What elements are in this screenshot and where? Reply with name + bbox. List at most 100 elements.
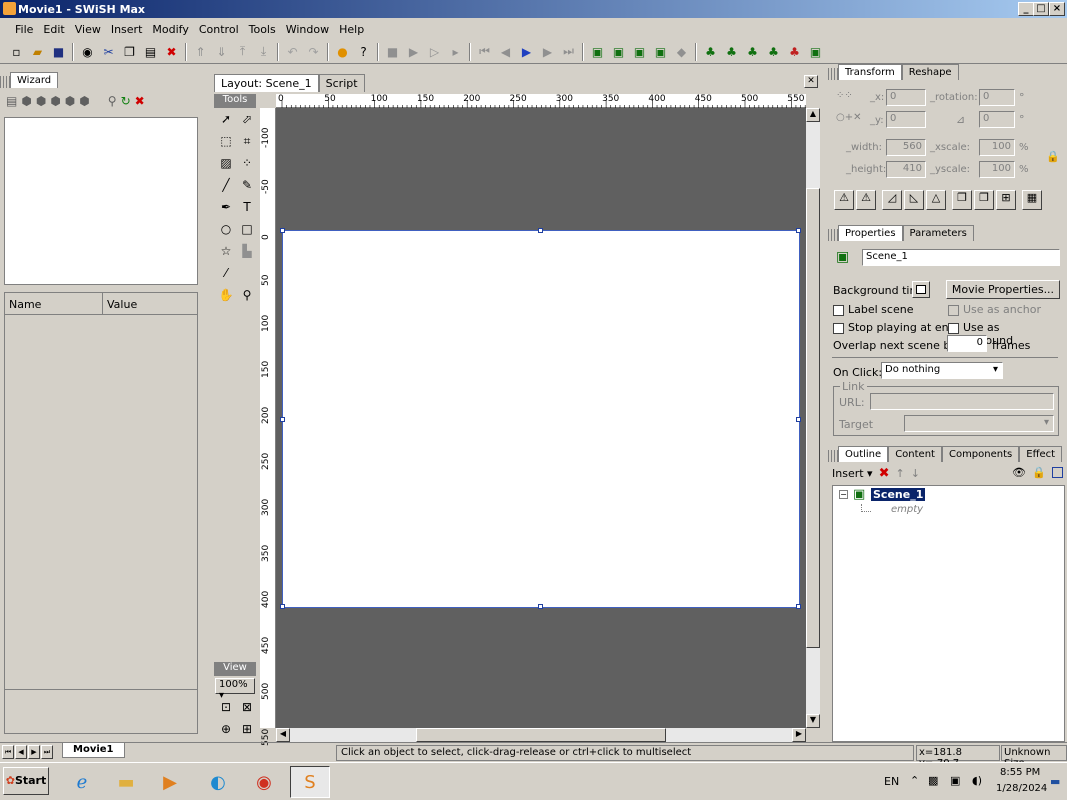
wizard-list[interactable] [4,117,198,285]
rotate-cw-icon[interactable]: ◿ [882,190,902,210]
collapse-icon[interactable]: − [839,490,848,499]
tab-movie1[interactable]: Movie1 [62,743,125,758]
effect-6-icon[interactable]: ▣ [807,43,824,60]
handle[interactable] [796,604,801,609]
tab-content[interactable]: Content [888,446,942,462]
copy-transform-icon[interactable]: ❐ [952,190,972,210]
rotate-180-icon[interactable]: △ [926,190,946,210]
xscale-field[interactable]: 100 [979,139,1015,156]
wizard-tool-5-icon[interactable]: ⬢ [65,94,75,114]
handle[interactable] [280,604,285,609]
column-value[interactable]: Value [103,293,141,314]
zoom-selection-icon[interactable]: ⊞ [238,720,256,738]
insert-scene-icon[interactable]: ▣ [589,43,606,60]
column-name[interactable]: Name [5,293,103,314]
prev-frame-icon[interactable]: ◀ [497,43,514,60]
handle[interactable] [796,417,801,422]
stop-icon[interactable]: ■ [384,43,401,60]
play-effect-icon[interactable]: ▸ [447,43,464,60]
horizontal-scrollbar[interactable]: ◀ ▶ [276,728,806,742]
scene-stage[interactable] [280,228,801,609]
text-tool-icon[interactable]: T [238,198,256,216]
rectangle-tool-icon[interactable]: □ [238,220,256,238]
tab-layout[interactable]: Layout: Scene_1 [214,74,319,92]
zoom-in-icon[interactable]: ⊕ [217,720,235,738]
grip-icon[interactable] [828,68,838,80]
anchor-icon[interactable]: ▦ [1022,190,1042,210]
wizard-tool-3-icon[interactable]: ⬢ [36,94,46,114]
stage-canvas[interactable] [276,108,806,728]
handle[interactable] [280,228,285,233]
handle[interactable] [280,417,285,422]
eyedropper-tool-icon[interactable]: ⁄ [217,264,235,282]
layout-close-icon[interactable]: ✕ [804,75,818,88]
tree-item-scene[interactable]: Scene_1 [871,488,926,501]
autoshape-tool-icon[interactable]: ▙ [238,242,256,260]
menu-view[interactable]: View [70,23,106,36]
label-scene-checkbox[interactable]: Label scene [833,303,913,316]
last-scene-icon[interactable]: ⏭ [41,745,53,759]
handle[interactable] [538,604,543,609]
move-down-icon[interactable]: ⇓ [213,43,230,60]
tab-effect[interactable]: Effect [1019,446,1063,462]
star-tool-icon[interactable]: ☆ [217,242,235,260]
flip-v-icon[interactable]: ⚠ [856,190,876,210]
y-field[interactable]: 0 [886,111,926,128]
wizard-refresh-icon[interactable]: ↻ [121,94,131,114]
move-up-icon[interactable]: ↑ [896,467,905,480]
menu-file[interactable]: File [10,23,38,36]
insert-button-icon[interactable]: ▣ [631,43,648,60]
wizard-grid[interactable]: Name Value [4,292,198,734]
tab-wizard[interactable]: Wizard [10,72,59,88]
delete-icon[interactable]: ✖ [879,466,890,481]
scene-name-field[interactable]: Scene_1 [862,249,1060,266]
grip-icon[interactable] [828,450,838,462]
menu-window[interactable]: Window [281,23,334,36]
prev-scene-icon[interactable]: ◀ [15,745,27,759]
wizard-tool-6-icon[interactable]: ⬢ [79,94,89,114]
minimize-button[interactable]: _ [1018,2,1034,16]
save-icon[interactable]: ■ [50,43,67,60]
grip-icon[interactable] [0,76,10,88]
zoom-dropdown[interactable]: 100% ▾ [215,678,255,701]
effect-5-icon[interactable]: ♣ [786,43,803,60]
undo-icon[interactable]: ↶ [284,43,301,60]
reshape-tool-icon[interactable]: ⌗ [238,132,256,150]
menu-edit[interactable]: Edit [38,23,69,36]
onclick-dropdown[interactable]: Do nothing ▾ [881,362,1003,379]
vertical-scrollbar[interactable]: ▲ ▼ [806,108,820,728]
width-field[interactable]: 560 [886,139,926,156]
tab-script[interactable]: Script [318,74,365,92]
overlap-field[interactable]: 0 [947,335,987,352]
maximize-button[interactable]: □ [1033,2,1049,16]
hand-tool-icon[interactable]: ✋ [217,286,235,304]
x-field[interactable]: 0 [886,89,926,106]
menu-help[interactable]: Help [334,23,369,36]
wizard-tool-1-icon[interactable]: ▤ [6,94,17,114]
bg-tint-button[interactable] [912,281,930,298]
handle[interactable] [796,228,801,233]
send-back-icon[interactable]: ⤓ [255,43,272,60]
effect-1-icon[interactable]: ♣ [702,43,719,60]
next-scene-icon[interactable]: ▶ [28,745,40,759]
network-icon[interactable]: ▣ [950,774,960,787]
paste-icon[interactable]: ▤ [142,43,159,60]
menu-tools[interactable]: Tools [244,23,281,36]
outline-view-icon[interactable] [1051,467,1063,478]
reset-transform-icon[interactable]: ⊞ [996,190,1016,210]
insert-text-icon[interactable]: ▣ [610,43,627,60]
rotate-ccw-icon[interactable]: ◺ [904,190,924,210]
paste-transform-icon[interactable]: ❐ [974,190,994,210]
explorer-icon[interactable]: ▬ [106,766,146,798]
show-desktop-icon[interactable]: ▬ [1050,775,1060,788]
ellipse-tool-icon[interactable]: ○ [217,220,235,238]
ie-icon[interactable]: ℯ [62,766,102,798]
menu-insert[interactable]: Insert [106,23,148,36]
insert-image-icon[interactable]: ◆ [673,43,690,60]
outline-tree[interactable]: − ▣ Scene_1 empty [832,485,1065,742]
first-scene-icon[interactable]: ⏮ [2,745,14,759]
skew-field[interactable]: 0 [979,111,1015,128]
handle[interactable] [538,228,543,233]
motion-path-tool-icon[interactable]: ⁘ [238,154,256,172]
last-frame-icon[interactable]: ⏭ [560,43,577,60]
